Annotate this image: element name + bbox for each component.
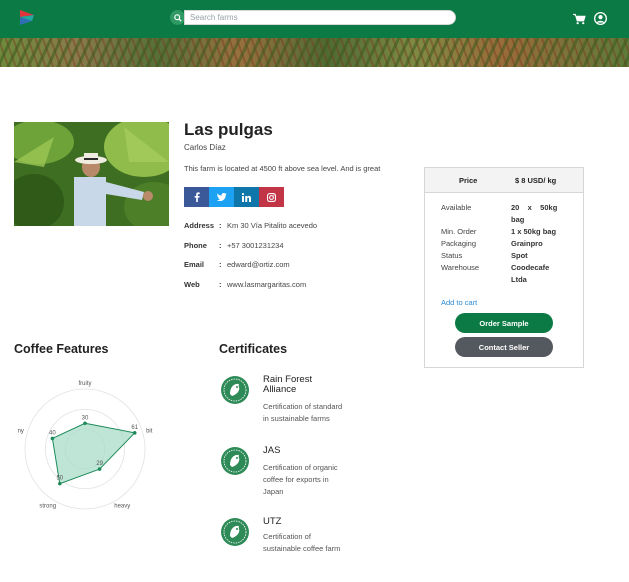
farm-banner-image: [0, 38, 629, 67]
order-sample-button[interactable]: Order Sample: [455, 313, 553, 333]
phone-label: Phone: [184, 241, 207, 250]
contact-seller-button[interactable]: Contact Seller: [455, 337, 553, 357]
jas-seal-icon: [221, 447, 249, 475]
web-value[interactable]: www.lasmargaritas.com: [227, 280, 306, 289]
rainforest-alliance-seal-icon: [221, 376, 249, 404]
radar-value-ny: 40: [49, 430, 56, 436]
certificate-item-rainforest: Rain Forest Alliance Certification of st…: [220, 375, 380, 430]
spec-min-order-label: Min. Order: [441, 227, 477, 236]
farm-name: Las pulgas: [184, 120, 273, 139]
spec-warehouse-label: Warehouse: [441, 263, 480, 272]
spec-packaging-label: Packaging: [441, 239, 477, 248]
radar-value-fruity: 30: [82, 415, 89, 421]
add-to-cart-link[interactable]: Add to cart: [441, 298, 477, 307]
radar-axis-label-fruity: fruity: [78, 381, 91, 387]
spec-status-value: Spot: [511, 251, 528, 260]
email-value[interactable]: edward@ortiz.com: [227, 260, 290, 269]
radar-area: [51, 422, 136, 485]
radar-value-heavy: 29: [96, 461, 103, 467]
cert-desc-utz-line2: sustainable coffee farm: [263, 544, 341, 553]
cert-name-utz: UTZ: [263, 516, 282, 527]
farm-description: This farm is located at 4500 ft above se…: [184, 164, 381, 173]
search-bar: [170, 10, 456, 25]
radar-axis-label-strong: strong: [39, 504, 56, 510]
owner-name: Carlos Díaz: [184, 143, 226, 152]
cert-desc-utz-line1: Certification of: [263, 532, 311, 541]
web-colon: :: [219, 280, 222, 289]
address-colon: :: [219, 221, 222, 230]
cert-desc-rainforest-line2: in sustainable farms: [263, 414, 330, 423]
phone-value[interactable]: +57 3001231234: [227, 241, 284, 250]
search-input[interactable]: [184, 10, 456, 25]
spec-packaging-value: Grainpro: [511, 239, 543, 248]
radar-value-bit: 61: [131, 425, 138, 431]
twitter-icon[interactable]: [209, 187, 234, 207]
spec-warehouse-value: Coodecafe: [511, 263, 550, 272]
utz-seal-icon: [221, 518, 249, 546]
price-label: Price: [459, 176, 478, 185]
address-label: Address: [184, 221, 215, 230]
certificate-item-utz: UTZ Certification of sustainable coffee …: [220, 517, 380, 562]
spec-warehouse-value-2: Ltda: [511, 275, 527, 284]
instagram-icon[interactable]: [259, 187, 284, 207]
radar-value-strong: 50: [56, 476, 63, 482]
email-colon: :: [219, 260, 222, 269]
spec-available-label: Available: [441, 203, 472, 212]
spec-available-value: 20 x 50kg: [511, 203, 558, 212]
radar-point-heavy: [97, 467, 102, 471]
address-value: Km 30 Vía Pitalito acevedo: [227, 221, 318, 230]
farm-photo: [14, 122, 169, 226]
price-header: Price $ 8 USD/ kg: [425, 168, 583, 193]
email-label: Email: [184, 260, 205, 269]
radar-axis-label-heavy: heavy: [114, 504, 130, 510]
shopping-cart-icon[interactable]: [573, 13, 586, 25]
radar-point-bit: [132, 431, 137, 435]
price-value: $ 8 USD/ kg: [515, 176, 557, 185]
spec-available-value-2: bag: [511, 215, 525, 224]
radar-axis-label-ny: ny: [18, 428, 24, 434]
search-icon[interactable]: [170, 10, 185, 25]
cert-desc-jas-line1: Certification of organic: [263, 463, 338, 472]
cert-desc-rainforest-line1: Certification of standard: [263, 402, 343, 411]
certificates-title: Certificates: [219, 342, 288, 356]
web-label: Web: [184, 280, 200, 289]
certificate-item-jas: JAS Certification of organic coffee for …: [220, 446, 380, 501]
social-links: [184, 187, 284, 207]
app-logo-icon[interactable]: [18, 8, 36, 26]
user-account-icon[interactable]: [594, 12, 607, 25]
cert-name-jas: JAS: [263, 445, 281, 456]
spec-status-label: Status: [441, 251, 463, 260]
coffee-features-radar-chart: 30 61 29 50 40 fruity bit heavy strong ny: [18, 381, 153, 510]
cert-name-rainforest: Rain Forest Alliance: [263, 374, 313, 395]
cert-desc-jas-line3: Japan: [263, 487, 284, 496]
spec-min-order-value: 1 x 50kg bag: [511, 227, 557, 236]
price-card: Price $ 8 USD/ kg Available 20 x 50kg ba…: [424, 167, 584, 368]
top-navbar: [0, 0, 629, 38]
coffee-features-title: Coffee Features: [14, 342, 109, 356]
radar-point-strong: [58, 481, 62, 486]
facebook-icon[interactable]: [184, 187, 209, 207]
cert-desc-jas-line2: coffee for exports in: [263, 475, 329, 484]
radar-axis-label-bit: bit: [146, 428, 153, 434]
linkedin-icon[interactable]: [234, 187, 259, 207]
radar-point-fruity: [83, 421, 87, 426]
radar-point-ny: [50, 436, 55, 441]
phone-colon: :: [219, 241, 222, 250]
